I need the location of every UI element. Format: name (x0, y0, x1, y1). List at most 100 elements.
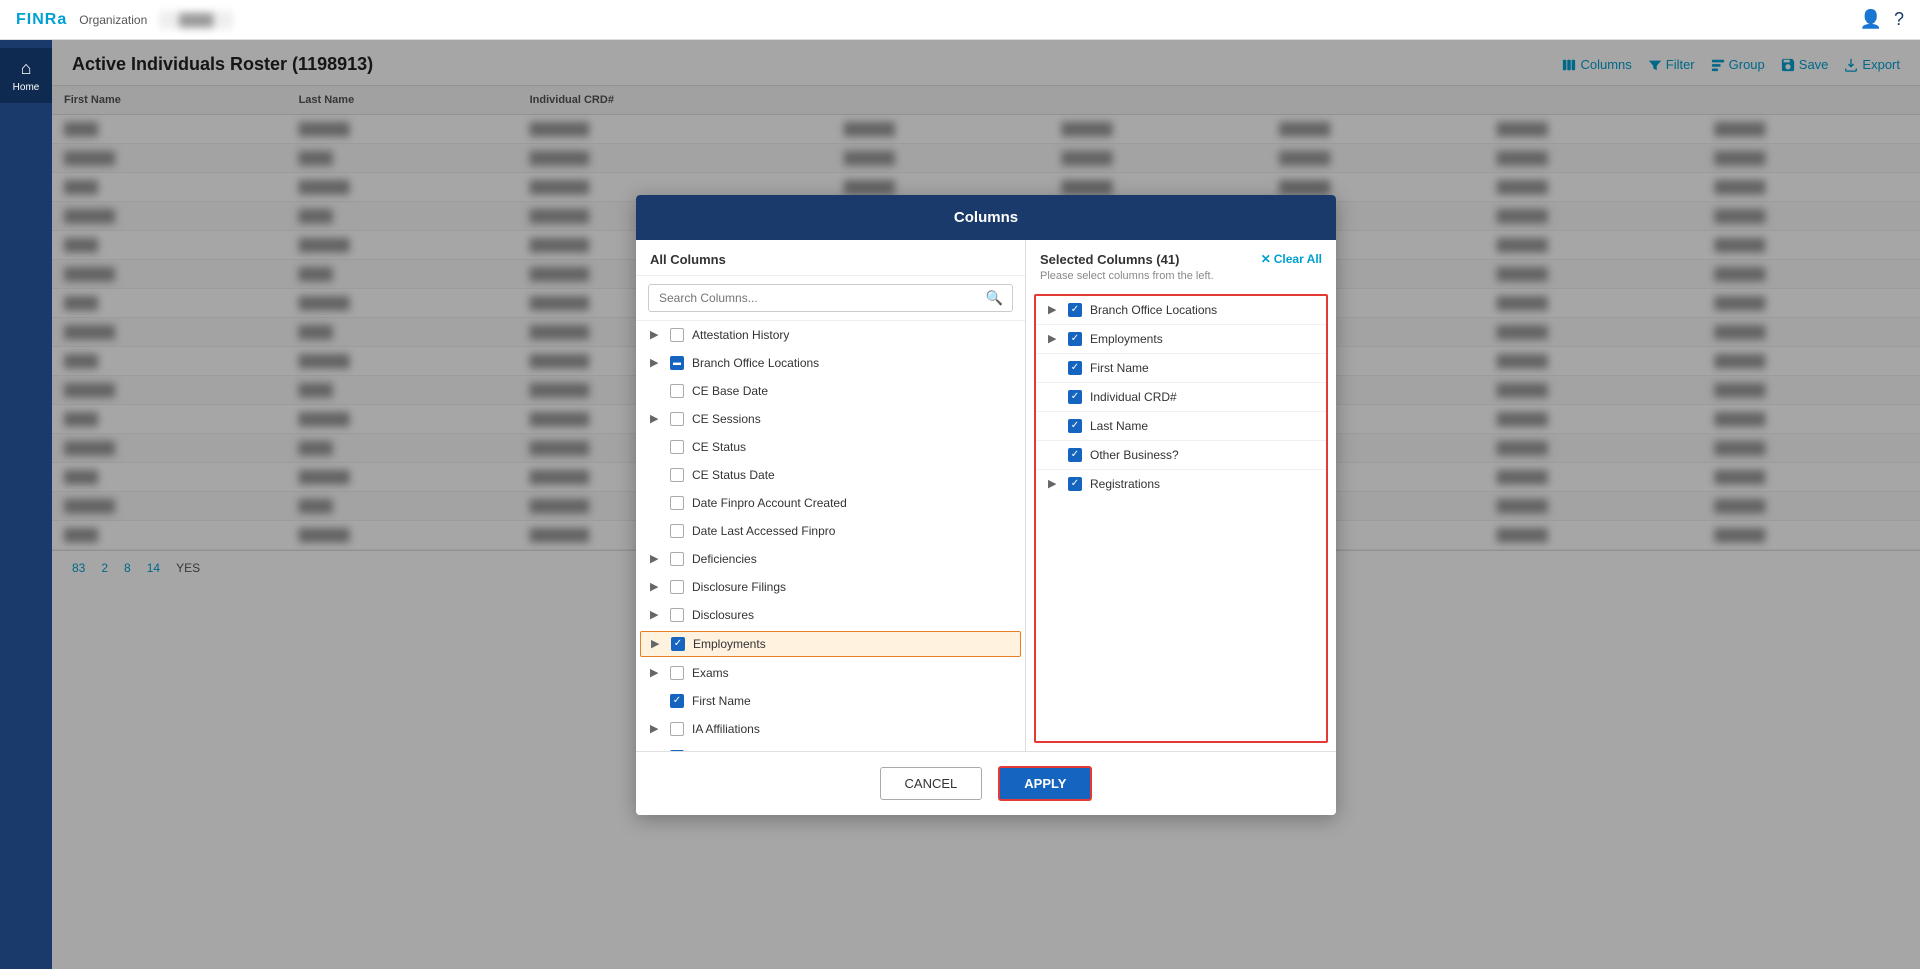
columns-modal: Columns All Columns 🔍 ▶ Attestation Histo… (636, 195, 1336, 815)
column-list-item[interactable]: CE Status Date (636, 461, 1025, 489)
selected-checkbox[interactable] (1068, 332, 1082, 346)
column-checkbox[interactable] (670, 496, 684, 510)
selected-checkbox[interactable] (1068, 477, 1082, 491)
column-list-item[interactable]: ▶ Employments (640, 631, 1021, 657)
apply-button[interactable]: APPLY (998, 766, 1092, 801)
column-label: Date Last Accessed Finpro (692, 524, 835, 538)
clear-all-x: ✕ (1261, 252, 1271, 266)
column-list-item[interactable]: Individual CRD# (636, 743, 1025, 751)
column-checkbox[interactable] (670, 440, 684, 454)
column-list-item[interactable]: ▶ Branch Office Locations (636, 349, 1025, 377)
search-icon: 🔍 (986, 289, 1003, 306)
column-checkbox[interactable] (670, 384, 684, 398)
column-label: CE Sessions (692, 412, 761, 426)
finra-logo: FINRa (16, 11, 67, 29)
left-panel: All Columns 🔍 ▶ Attestation History ▶ Branc… (636, 240, 1026, 751)
selected-list-item: First Name (1036, 354, 1326, 383)
modal-overlay[interactable]: Columns All Columns 🔍 ▶ Attestation Histo… (52, 40, 1920, 969)
right-panel-subtitle: Please select columns from the left. (1040, 270, 1322, 282)
column-label: CE Status (692, 440, 746, 454)
expand-arrow: ▶ (650, 608, 662, 621)
column-list-item[interactable]: CE Status (636, 433, 1025, 461)
expand-arrow: ▶ (650, 412, 662, 425)
selected-list-item: ▶Registrations (1036, 470, 1326, 498)
selected-label: Last Name (1090, 419, 1148, 433)
column-list-item[interactable]: Date Finpro Account Created (636, 489, 1025, 517)
column-checkbox[interactable] (670, 328, 684, 342)
selected-checkbox[interactable] (1068, 448, 1082, 462)
column-list-item[interactable]: First Name (636, 687, 1025, 715)
clear-all-label: Clear All (1274, 252, 1322, 266)
column-label: Date Finpro Account Created (692, 496, 847, 510)
column-checkbox[interactable] (670, 694, 684, 708)
column-list-item[interactable]: Date Last Accessed Finpro (636, 517, 1025, 545)
column-checkbox[interactable] (671, 637, 685, 651)
search-box: 🔍 (636, 276, 1025, 321)
sidebar-item-home[interactable]: ⌂ Home (0, 48, 52, 103)
column-checkbox[interactable] (670, 468, 684, 482)
column-label: Employments (693, 637, 766, 651)
expand-arrow: ▶ (650, 666, 662, 679)
column-label: IA Affiliations (692, 722, 760, 736)
selected-checkbox[interactable] (1068, 303, 1082, 317)
column-checkbox[interactable] (670, 608, 684, 622)
sidebar-item-label: Home (13, 82, 40, 93)
column-list-item[interactable]: ▶IA Affiliations (636, 715, 1025, 743)
expand-arrow: ▶ (650, 552, 662, 565)
right-panel-header: Selected Columns (41) ✕ Clear All Please… (1026, 240, 1336, 286)
org-label: Organization (79, 13, 147, 27)
column-checkbox[interactable] (670, 524, 684, 538)
column-list-item[interactable]: ▶ Exams (636, 659, 1025, 687)
selected-checkbox[interactable] (1068, 419, 1082, 433)
selected-count: Selected Columns (41) (1040, 252, 1179, 267)
selected-list-item: Last Name (1036, 412, 1326, 441)
column-checkbox[interactable] (670, 666, 684, 680)
clear-all-button[interactable]: ✕ Clear All (1261, 252, 1322, 266)
expand-arrow: ▶ (651, 637, 663, 650)
selected-label: Other Business? (1090, 448, 1179, 462)
column-list-item[interactable]: ▶ Deficiencies (636, 545, 1025, 573)
modal-title: Columns (954, 209, 1018, 226)
column-label: First Name (692, 694, 751, 708)
modal-body: All Columns 🔍 ▶Attestation History▶Branc… (636, 240, 1336, 751)
column-list-item[interactable]: ▶ CE Sessions (636, 405, 1025, 433)
column-checkbox[interactable] (670, 412, 684, 426)
column-label: Branch Office Locations (692, 356, 819, 370)
cancel-button[interactable]: CANCEL (880, 767, 983, 800)
selected-list-item: ▶Employments (1036, 325, 1326, 354)
column-label: Exams (692, 666, 729, 680)
selected-label: Branch Office Locations (1090, 303, 1217, 317)
user-icon[interactable]: 👤 (1860, 9, 1882, 30)
column-list-item[interactable]: CE Base Date (636, 377, 1025, 405)
expand-arrow: ▶ (650, 356, 662, 369)
columns-list: ▶ Attestation History ▶ Branch Office Locat… (636, 321, 1025, 751)
sidebar: ⌂ Home (0, 40, 52, 969)
column-list-item[interactable]: ▶Disclosure Filings (636, 573, 1025, 601)
expand-arrow: ▶ (1048, 477, 1060, 490)
help-icon[interactable]: ? (1894, 9, 1904, 30)
nav-icons: 👤 ? (1860, 9, 1904, 30)
column-label: Attestation History (692, 328, 789, 342)
column-checkbox[interactable] (670, 356, 684, 370)
selected-label: Individual CRD# (1090, 390, 1177, 404)
expand-arrow: ▶ (650, 328, 662, 341)
left-panel-header: All Columns (636, 240, 1025, 276)
org-value: ████ (159, 11, 233, 29)
column-checkbox[interactable] (670, 580, 684, 594)
selected-checkbox[interactable] (1068, 361, 1082, 375)
selected-checkbox[interactable] (1068, 390, 1082, 404)
column-checkbox[interactable] (670, 722, 684, 736)
column-label: CE Status Date (692, 468, 775, 482)
selected-list-item: Other Business? (1036, 441, 1326, 470)
selected-label: First Name (1090, 361, 1149, 375)
right-panel-title: Selected Columns (41) ✕ Clear All (1040, 252, 1322, 267)
expand-arrow: ▶ (1048, 332, 1060, 345)
column-list-item[interactable]: ▶ Disclosures (636, 601, 1025, 629)
search-input[interactable] (648, 284, 1013, 312)
column-label: Deficiencies (692, 552, 757, 566)
column-label: Disclosures (692, 608, 754, 622)
column-list-item[interactable]: ▶ Attestation History (636, 321, 1025, 349)
column-checkbox[interactable] (670, 552, 684, 566)
selected-list-item: ▶Branch Office Locations (1036, 296, 1326, 325)
right-panel: Selected Columns (41) ✕ Clear All Please… (1026, 240, 1336, 751)
